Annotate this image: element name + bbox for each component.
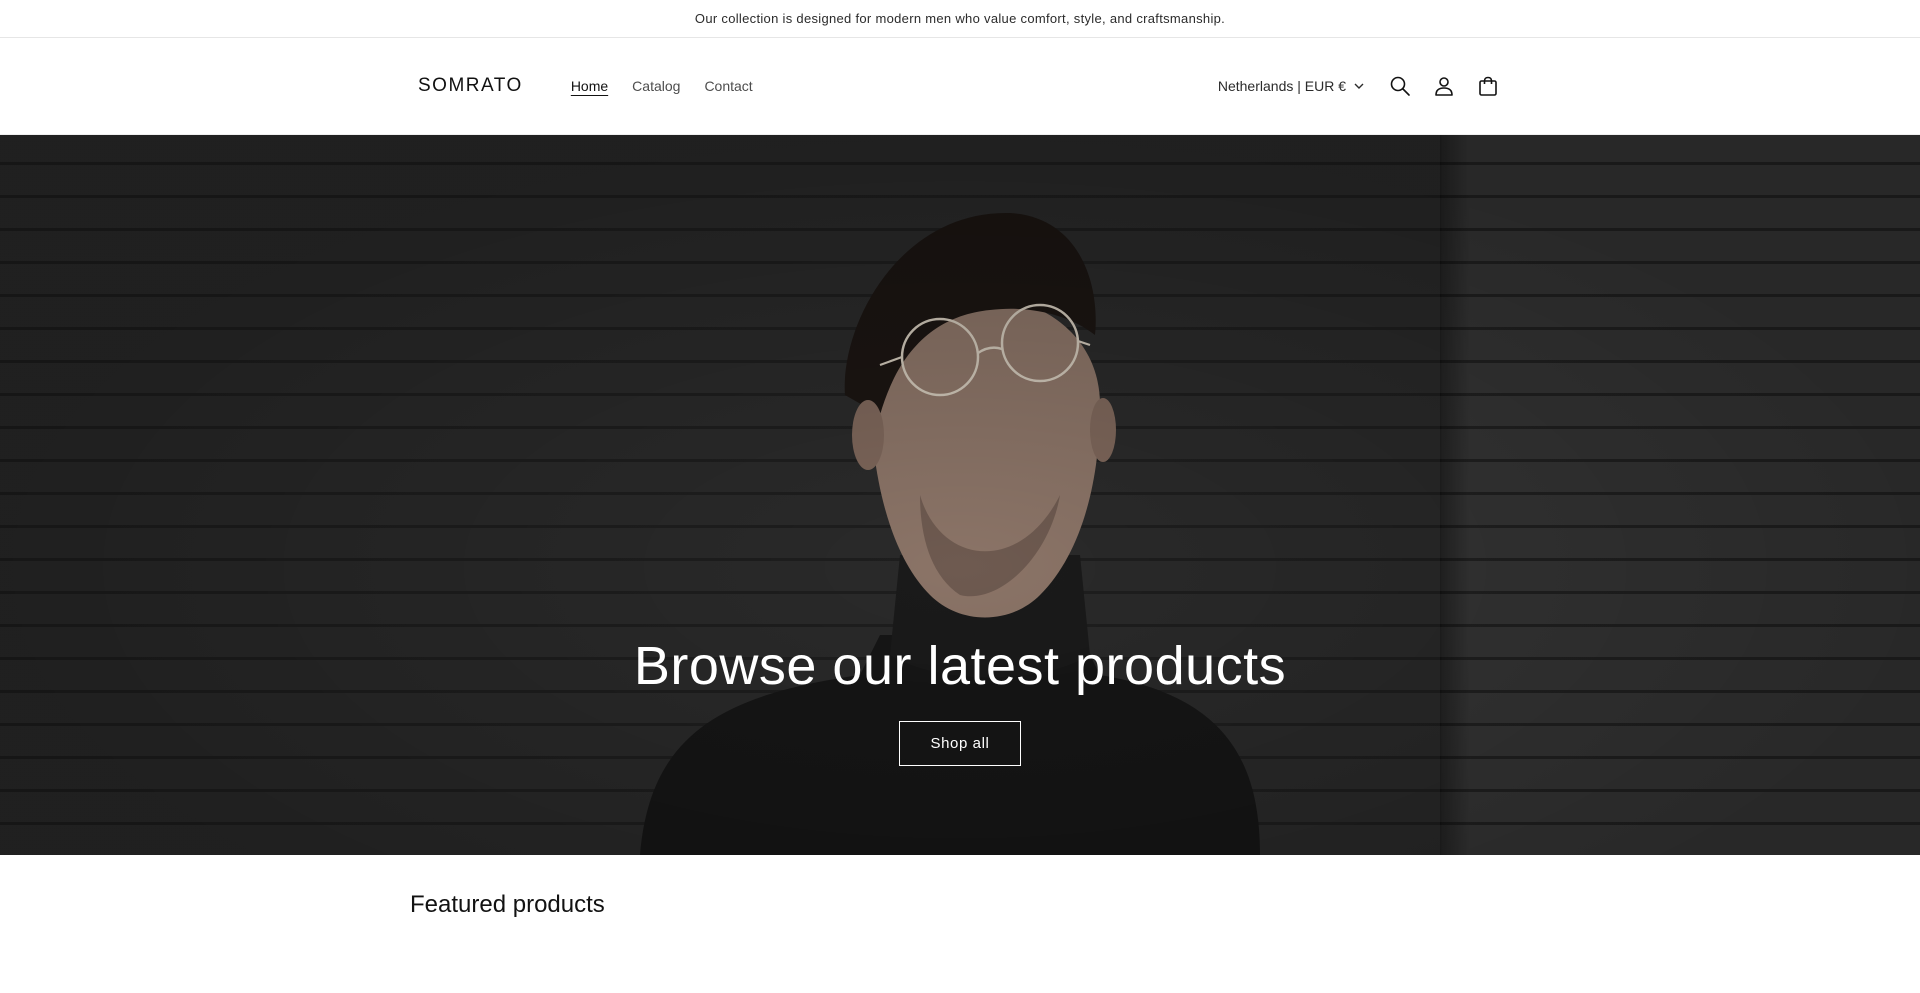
country-currency-selector[interactable]: Netherlands | EUR €	[1218, 78, 1364, 94]
country-currency-label: Netherlands | EUR €	[1217, 78, 1346, 94]
nav-item-catalog[interactable]: Catalog	[620, 72, 692, 100]
search-icon	[1390, 76, 1410, 96]
shop-all-button[interactable]: Shop all	[899, 721, 1021, 766]
hero-content: Browse our latest products Shop all	[0, 635, 1920, 766]
announcement-text: Our collection is designed for modern me…	[694, 11, 1226, 26]
account-icon	[1435, 77, 1453, 96]
site-logo[interactable]: SOMRATO	[418, 75, 523, 97]
announcement-bar: Our collection is designed for modern me…	[0, 0, 1920, 38]
cart-icon	[1479, 76, 1497, 96]
featured-products-section: Featured products	[0, 855, 1920, 993]
search-button[interactable]	[1378, 64, 1422, 108]
account-button[interactable]	[1422, 64, 1466, 108]
chevron-down-icon	[1354, 83, 1364, 89]
hero-banner: Browse our latest products Shop all	[0, 135, 1920, 855]
cart-button[interactable]	[1466, 64, 1510, 108]
hero-title: Browse our latest products	[633, 636, 1287, 696]
main-nav: Home Catalog Contact	[559, 72, 765, 100]
nav-item-contact[interactable]: Contact	[692, 72, 764, 100]
featured-products-title: Featured products	[410, 891, 605, 918]
site-header: SOMRATO Home Catalog Contact Netherlands…	[0, 38, 1920, 135]
nav-item-home[interactable]: Home	[559, 72, 620, 100]
